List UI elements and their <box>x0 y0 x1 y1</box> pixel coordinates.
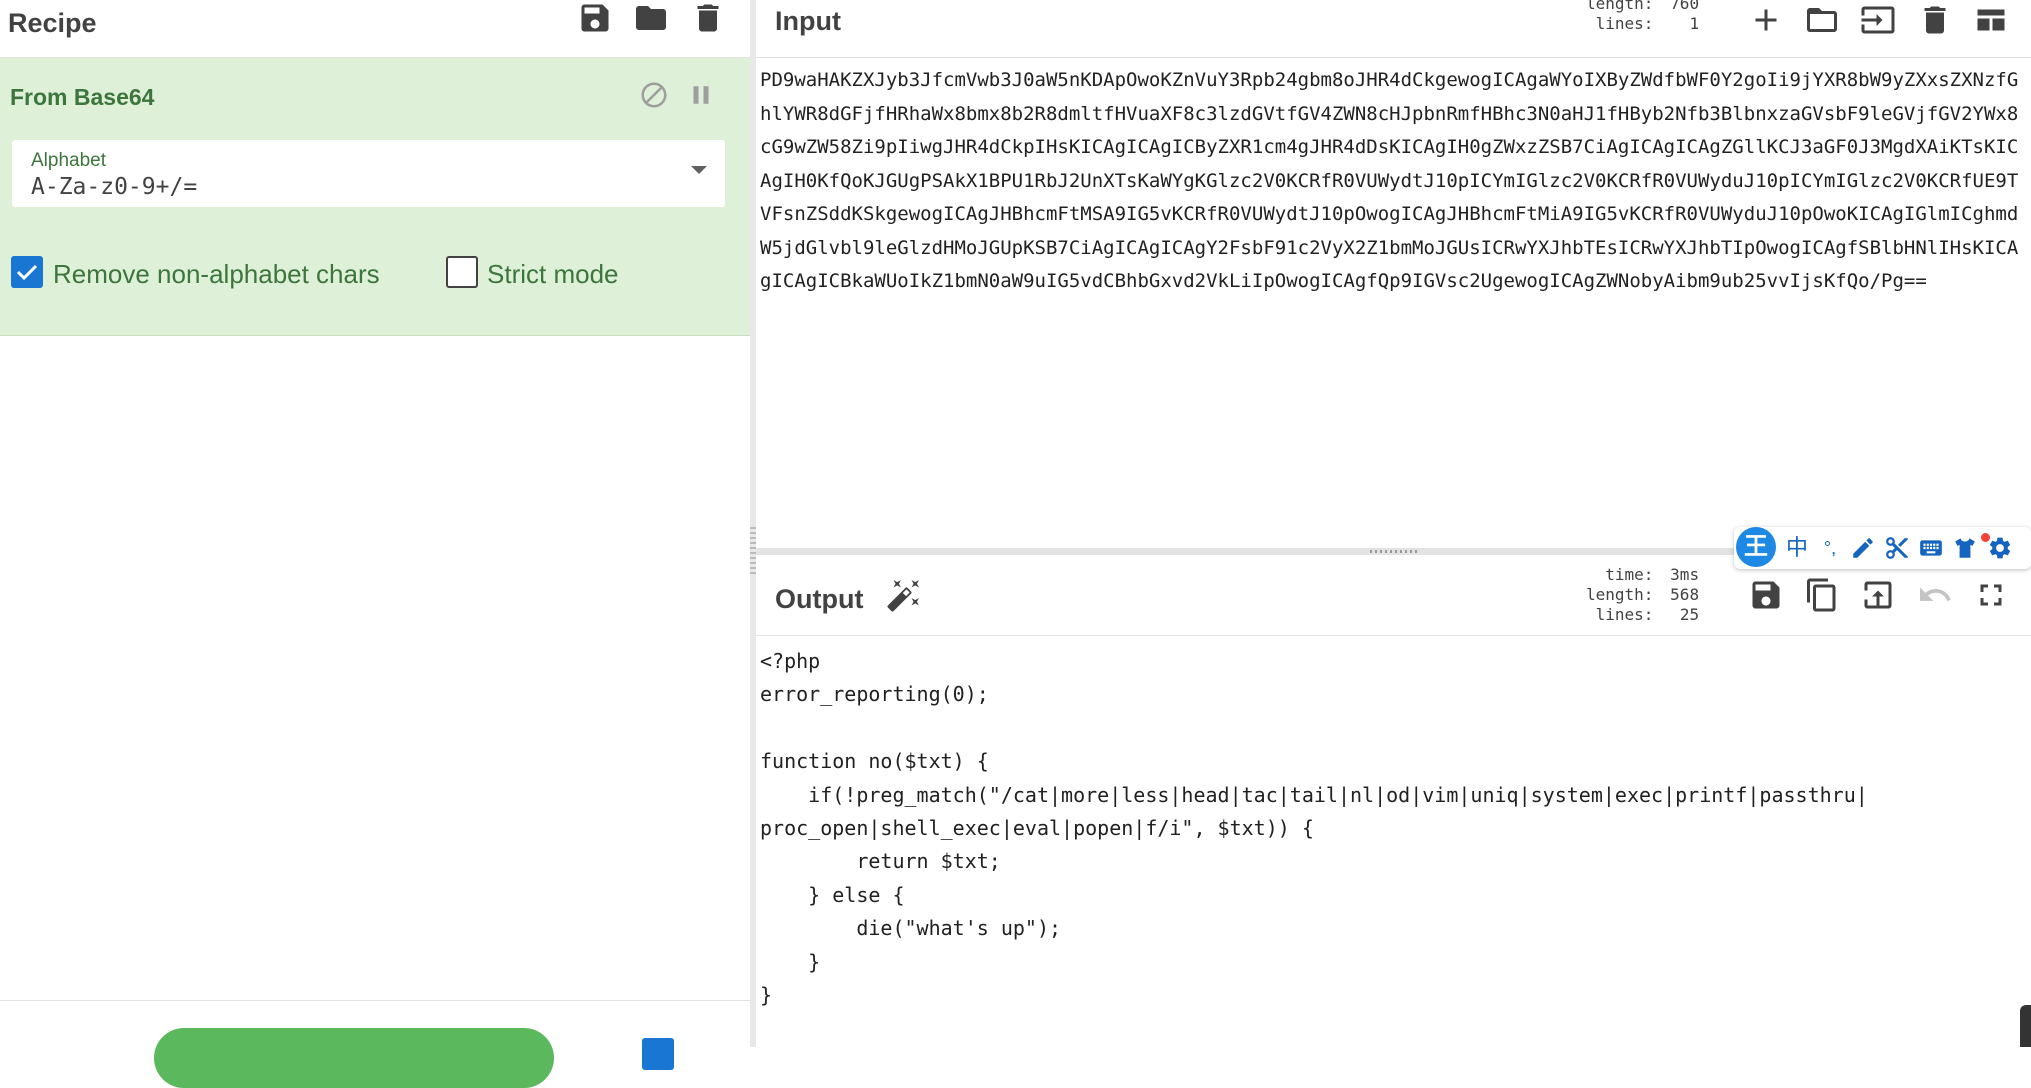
strict-mode-label[interactable]: Strict mode <box>487 259 619 290</box>
output-stats: time: 3ms length: 568 lines: 25 <box>1586 565 1699 625</box>
input-header: Input length: 760 lines: 1 <box>756 0 2031 58</box>
folder-icon[interactable] <box>633 0 669 36</box>
length-label: length: <box>1586 585 1654 604</box>
fullscreen-icon[interactable] <box>1973 577 2009 613</box>
scissors-icon[interactable] <box>1884 535 1910 561</box>
io-divider-grip[interactable] <box>1370 550 1420 553</box>
input-file-icon[interactable] <box>1860 2 1896 38</box>
notification-dot <box>1981 533 1990 542</box>
alphabet-label: Alphabet <box>31 150 107 171</box>
operation-title: From Base64 <box>10 84 155 110</box>
lines-value: 25 <box>1679 605 1700 624</box>
recipe-panel: Recipe From Base64 Alphabet A-Za-z0-9+/=… <box>0 0 750 1088</box>
copy-icon[interactable] <box>1804 577 1840 613</box>
recipe-title: Recipe <box>8 8 97 38</box>
disable-icon[interactable] <box>639 80 669 110</box>
input-stats: length: 760 lines: 1 <box>1586 0 1699 34</box>
length-value: 760 <box>1670 0 1700 13</box>
ime-language-toggle[interactable]: 中 <box>1784 535 1810 561</box>
save-recipe-icon[interactable] <box>577 0 613 36</box>
length-value: 568 <box>1670 585 1700 604</box>
bake-button[interactable] <box>154 1028 554 1088</box>
ime-logo[interactable]: 王 <box>1736 527 1776 567</box>
strict-mode-checkbox[interactable] <box>446 256 478 288</box>
trash-icon[interactable] <box>690 0 726 36</box>
keyboard-icon[interactable] <box>1918 535 1944 561</box>
lines-label: lines: <box>1595 14 1654 33</box>
time-value: 3ms <box>1670 565 1700 584</box>
lines-value: 1 <box>1689 14 1700 33</box>
recipe-header: Recipe <box>0 0 750 58</box>
input-title: Input <box>775 6 841 36</box>
layout-icon[interactable] <box>1973 2 2009 38</box>
gear-icon[interactable] <box>1987 535 2013 561</box>
input-panel: Input length: 760 lines: 1 PD9waHAKZXJyb… <box>756 0 2031 553</box>
plus-icon[interactable] <box>1748 2 1784 38</box>
magic-wand-icon[interactable] <box>886 577 922 613</box>
ime-punctuation-toggle[interactable]: °, <box>1817 535 1843 561</box>
clear-input-icon[interactable] <box>1917 2 1953 38</box>
open-folder-icon[interactable] <box>1804 2 1840 38</box>
output-text[interactable]: <?php error_reporting(0); function no($t… <box>760 645 2025 1012</box>
scrollbar-thumb[interactable] <box>2020 1005 2031 1047</box>
input-textarea[interactable]: PD9waHAKZXJyb3JfcmVwb3J0aW5nKDApOwoKZnVu… <box>760 64 2025 299</box>
replace-input-icon[interactable] <box>1860 577 1896 613</box>
recipe-controls <box>0 1000 750 1088</box>
remove-non-alphabet-checkbox[interactable] <box>11 256 43 288</box>
length-label: length: <box>1586 0 1654 13</box>
time-label: time: <box>1605 565 1654 584</box>
alphabet-value: A-Za-z0-9+/= <box>31 174 198 200</box>
output-panel: Output time: 3ms length: 568 lines: 25 <… <box>756 555 2031 1047</box>
save-output-icon[interactable] <box>1748 577 1784 613</box>
pen-icon[interactable] <box>1850 535 1876 561</box>
chevron-down-icon <box>691 166 707 174</box>
lines-label: lines: <box>1595 605 1654 624</box>
alphabet-select[interactable]: Alphabet A-Za-z0-9+/= <box>12 140 725 207</box>
operation-from-base64: From Base64 Alphabet A-Za-z0-9+/= Remove… <box>0 58 750 336</box>
remove-non-alphabet-label[interactable]: Remove non-alphabet chars <box>53 259 380 290</box>
auto-bake-checkbox[interactable] <box>642 1038 674 1070</box>
output-title: Output <box>775 584 864 614</box>
shirt-icon[interactable] <box>1952 535 1978 561</box>
pause-icon[interactable] <box>686 80 716 110</box>
undo-icon[interactable] <box>1917 577 1953 613</box>
